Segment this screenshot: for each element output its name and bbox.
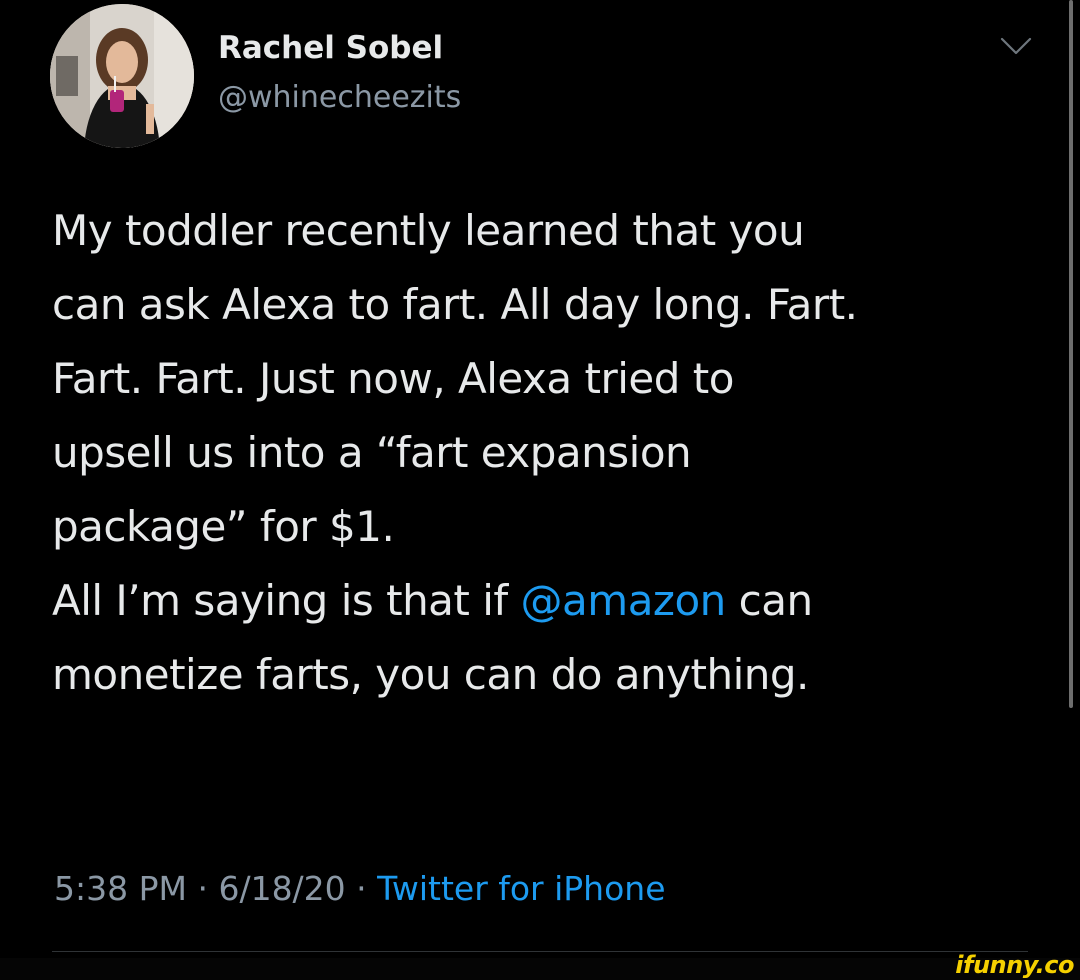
ifunny-watermark: ifunny.co: [955, 951, 1074, 979]
tweet-paragraph: All I’m saying is that if @amazon can mo…: [52, 564, 1052, 712]
tweet-line: monetize farts, you can do anything.: [52, 650, 809, 699]
display-name[interactable]: Rachel Sobel: [218, 28, 461, 68]
tweet-text-segment: can: [725, 576, 813, 625]
tweet-line: package” for $1.: [52, 502, 395, 551]
avatar[interactable]: [50, 4, 194, 148]
tweet-line: can ask Alexa to fart. All day long. Far…: [52, 280, 858, 329]
tweet-line: All I’m saying is that if @amazon can: [52, 564, 1052, 638]
tweet-screenshot: Rachel Sobel @whinecheezits My toddler r…: [0, 0, 1080, 980]
tweet-line: upsell us into a “fart expansion: [52, 428, 692, 477]
tweet-paragraph: My toddler recently learned that you can…: [52, 194, 1052, 564]
tweet-source-link[interactable]: Twitter for iPhone: [377, 869, 665, 908]
tweet-line: My toddler recently learned that you: [52, 206, 805, 255]
tweet-text-segment: All I’m saying is that if: [52, 576, 521, 625]
profile-photo-icon: [50, 4, 194, 148]
watermark-strip: ifunny.co: [0, 951, 1080, 980]
tweet-line: Fart. Fart. Just now, Alexa tried to: [52, 354, 734, 403]
tweet-author[interactable]: Rachel Sobel @whinecheezits: [218, 28, 461, 118]
tweet-text: My toddler recently learned that you can…: [52, 194, 1052, 712]
mention-link[interactable]: @amazon: [521, 576, 727, 625]
meta-separator: ·: [345, 869, 378, 908]
divider: [52, 951, 1028, 952]
tweet-metadata: 5:38 PM · 6/18/20 · Twitter for iPhone: [54, 866, 666, 912]
tweet-time[interactable]: 5:38 PM: [54, 869, 187, 908]
meta-separator: ·: [186, 869, 219, 908]
chevron-down-icon[interactable]: [1000, 36, 1032, 58]
scrollbar[interactable]: [1069, 0, 1073, 708]
tweet-date[interactable]: 6/18/20: [218, 869, 345, 908]
user-handle[interactable]: @whinecheezits: [218, 78, 461, 118]
